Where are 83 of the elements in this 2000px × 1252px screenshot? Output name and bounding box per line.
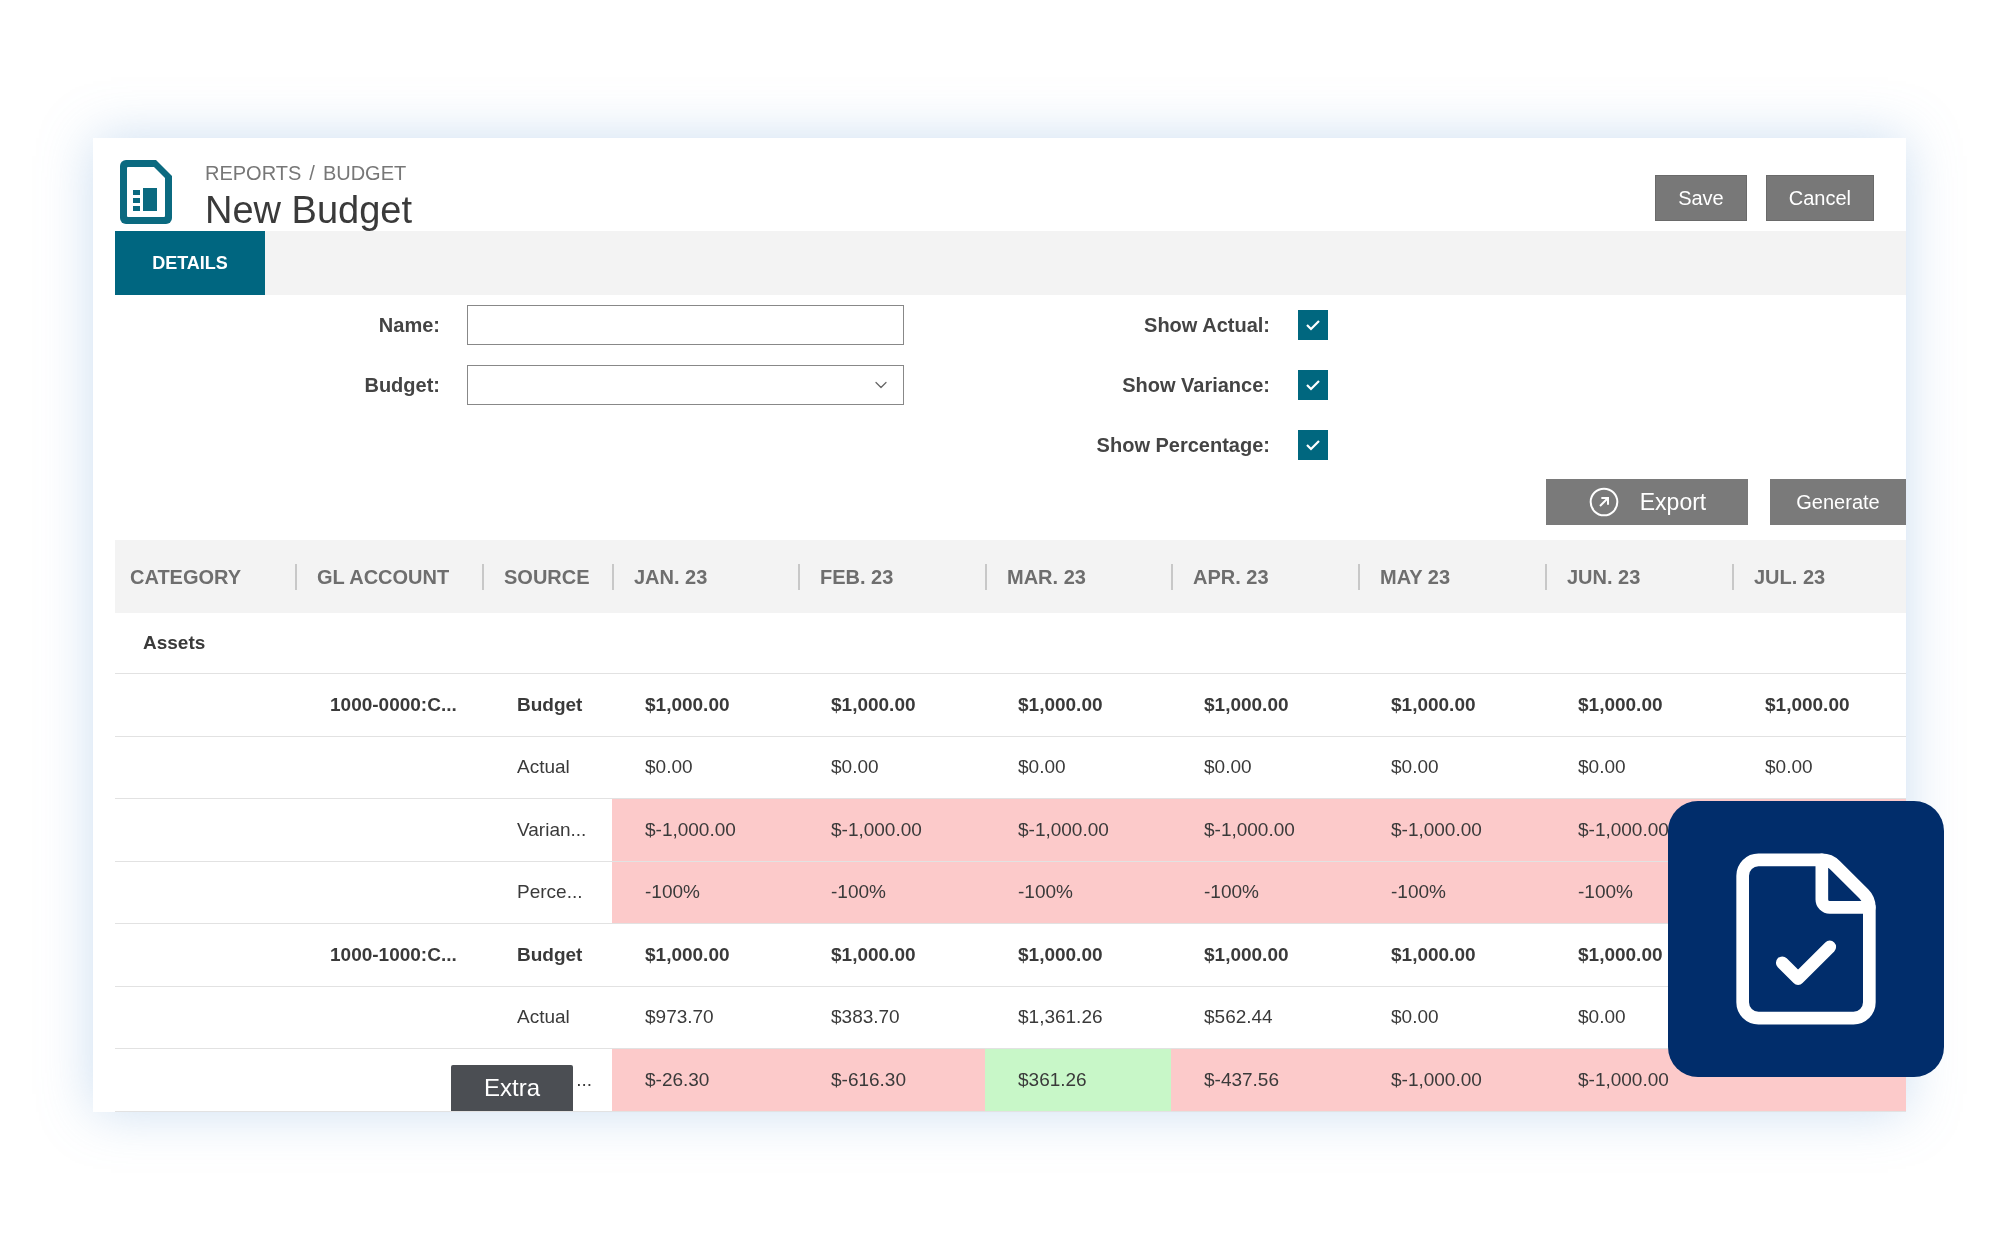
value-cell-text: $1,000.00 bbox=[645, 692, 730, 717]
value-cell: $-26.30 bbox=[612, 1049, 798, 1111]
source-label: Perce... bbox=[517, 880, 583, 904]
source-label: Budget bbox=[517, 942, 583, 967]
tooltip: Extra bbox=[451, 1064, 573, 1111]
column-header: GL ACCOUNT bbox=[316, 564, 450, 590]
value-cell: $-1,000.00 bbox=[1358, 1049, 1545, 1111]
page-title: New Budget bbox=[205, 188, 412, 232]
column-header: JUL. 23 bbox=[1753, 564, 1826, 590]
checkbox[interactable] bbox=[1298, 430, 1328, 460]
field-label: Name: bbox=[377, 313, 440, 338]
value-cell: $-437.56 bbox=[1171, 1049, 1358, 1111]
value-cell-text: $1,000.00 bbox=[831, 942, 916, 967]
checkbox-label: Show Actual: bbox=[1143, 313, 1270, 338]
value-cell-text: $1,000.00 bbox=[1204, 942, 1289, 967]
checkbox[interactable] bbox=[1298, 310, 1328, 340]
value-cell-text: $0.00 bbox=[1391, 755, 1439, 779]
source-label: Actual bbox=[517, 755, 570, 779]
value-cell-text: $1,000.00 bbox=[1391, 692, 1476, 717]
category-label: Assets bbox=[142, 630, 206, 655]
name-input[interactable] bbox=[467, 305, 904, 345]
value-cell: $-1,000.00 bbox=[798, 799, 985, 861]
value-cell-text: $1,000.00 bbox=[645, 942, 730, 967]
value-cell: $-1,000.00 bbox=[1171, 799, 1358, 861]
breadcrumb-separator: / bbox=[309, 161, 315, 186]
value-cell-text: $0.00 bbox=[645, 755, 693, 779]
column-header: APR. 23 bbox=[1192, 564, 1269, 590]
value-cell: -100% bbox=[612, 861, 798, 923]
value-cell: $-1,000.00 bbox=[985, 799, 1171, 861]
source-label: Actual bbox=[517, 1005, 570, 1029]
value-cell-text: $1,000.00 bbox=[1018, 942, 1103, 967]
save-button[interactable]: Save bbox=[1655, 175, 1747, 221]
column-header: FEB. 23 bbox=[819, 564, 894, 590]
value-cell-text: $1,000.00 bbox=[1391, 942, 1476, 967]
value-cell-text: $0.00 bbox=[1018, 755, 1066, 779]
value-cell: -100% bbox=[1171, 861, 1358, 923]
value-cell-text: $1,000.00 bbox=[1578, 692, 1663, 717]
value-cell-text: $0.00 bbox=[1578, 755, 1626, 779]
value-cell-text: $383.70 bbox=[831, 1005, 900, 1029]
value-cell-text: $0.00 bbox=[1765, 755, 1813, 779]
column-header: CATEGORY bbox=[129, 564, 242, 590]
source-label: ... bbox=[576, 1067, 592, 1092]
column-header: MAR. 23 bbox=[1006, 564, 1086, 590]
generate-button[interactable]: Generate bbox=[1770, 479, 1906, 525]
gl-account: 1000-0000:C... bbox=[330, 692, 457, 717]
budget-select[interactable] bbox=[467, 365, 904, 405]
value-cell: -100% bbox=[985, 861, 1171, 923]
source-label: Varian... bbox=[517, 817, 587, 842]
gl-account: 1000-1000:C... bbox=[330, 942, 457, 967]
details-tab[interactable]: DETAILS bbox=[115, 231, 265, 295]
value-cell-text: $1,000.00 bbox=[1578, 942, 1663, 967]
value-cell: $361.26 bbox=[985, 1049, 1171, 1111]
breadcrumb-link[interactable]: REPORTS bbox=[205, 158, 302, 188]
column-header: JUN. 23 bbox=[1566, 564, 1641, 590]
value-cell: -100% bbox=[798, 861, 985, 923]
value-cell-text: $973.70 bbox=[645, 1005, 714, 1029]
column-header: MAY 23 bbox=[1379, 564, 1451, 590]
checkbox-label: Show Variance: bbox=[1121, 373, 1270, 398]
value-cell-text: $0.00 bbox=[1578, 1005, 1626, 1029]
value-cell-text: $1,000.00 bbox=[1204, 692, 1289, 717]
value-cell-text: $0.00 bbox=[1391, 1005, 1439, 1029]
column-header: SOURCE bbox=[503, 564, 590, 590]
field-label: Budget: bbox=[363, 373, 440, 398]
report-icon bbox=[120, 160, 172, 224]
value-cell-text: $1,000.00 bbox=[1018, 692, 1103, 717]
value-cell: $-1,000.00 bbox=[612, 799, 798, 861]
export-icon bbox=[1587, 486, 1620, 518]
value-cell: $-1,000.00 bbox=[1358, 799, 1545, 861]
breadcrumb-link[interactable]: BUDGET bbox=[322, 158, 407, 188]
value-cell-text: $1,000.00 bbox=[1765, 692, 1850, 717]
column-header: JAN. 23 bbox=[633, 564, 708, 590]
checkbox-label: Show Percentage: bbox=[1095, 433, 1270, 458]
cancel-button[interactable]: Cancel bbox=[1765, 175, 1874, 221]
export-button[interactable]: Export bbox=[1546, 479, 1748, 525]
value-cell-text: $0.00 bbox=[831, 755, 879, 779]
value-cell: -100% bbox=[1358, 861, 1545, 923]
value-cell-text: $0.00 bbox=[1204, 755, 1252, 779]
source-label: Budget bbox=[517, 692, 583, 717]
value-cell: $-616.30 bbox=[798, 1049, 985, 1111]
value-cell-text: $1,000.00 bbox=[831, 692, 916, 717]
checkbox[interactable] bbox=[1298, 370, 1328, 400]
value-cell-text: $1,361.26 bbox=[1018, 1005, 1103, 1029]
value-cell-text: $562.44 bbox=[1204, 1005, 1273, 1029]
